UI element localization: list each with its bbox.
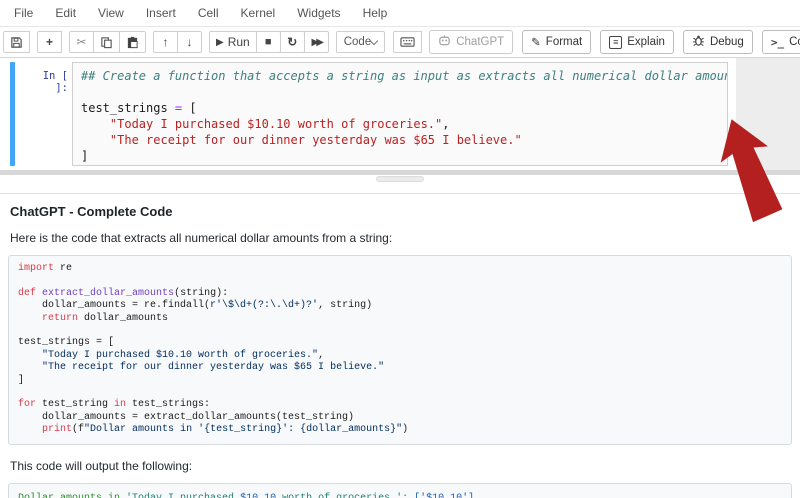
completed-code-block: import re def extract_dollar_amounts(str… xyxy=(8,255,792,445)
code-line: test_strings = [ xyxy=(18,337,115,349)
panel-title: ChatGPT - Complete Code xyxy=(10,204,173,219)
bug-icon xyxy=(692,34,705,50)
code-line: "The receipt for our dinner yesterday wa… xyxy=(109,133,522,147)
cell-selection-bar xyxy=(10,62,15,166)
code-line: ] xyxy=(81,149,89,163)
menu-bar: File Edit View Insert Cell Kernel Widgets Help xyxy=(0,0,800,27)
output-code-block: Dollar amounts in 'Today I purchased $10… xyxy=(8,482,792,498)
code-line: ] xyxy=(18,374,25,386)
menu-item-view[interactable]: View xyxy=(90,6,138,20)
terminal-prompt-icon: >_ xyxy=(770,35,785,49)
explain-button[interactable]: ≡ Explain xyxy=(600,30,674,54)
code-line: return dollar_amounts xyxy=(42,312,169,324)
interrupt-kernel-button[interactable]: ■ xyxy=(255,31,281,53)
menu-item-cell[interactable]: Cell xyxy=(190,6,233,20)
menu-item-file[interactable]: File xyxy=(6,6,47,20)
format-button[interactable]: ✎ Format xyxy=(522,30,592,54)
move-cell-down-button[interactable]: ↓ xyxy=(177,31,202,53)
chatgpt-panel: ChatGPT - Complete Code Here is the code… xyxy=(0,194,800,498)
copy-cell-button[interactable] xyxy=(93,31,120,53)
scissors-icon: ✂ xyxy=(76,35,87,49)
menu-item-widgets[interactable]: Widgets xyxy=(289,6,354,20)
notebook-panel-divider xyxy=(0,170,800,194)
chatgpt-label: ChatGPT xyxy=(456,36,505,48)
notebook-right-gutter xyxy=(736,58,800,170)
code-line: import re xyxy=(18,263,73,274)
run-label: Run xyxy=(227,35,250,49)
menu-item-edit[interactable]: Edit xyxy=(47,6,90,20)
code-line: test_strings = [ xyxy=(81,101,197,115)
code-line: "Today I purchased $10.10 worth of groce… xyxy=(109,117,450,131)
code-line: for test_string in test_strings: xyxy=(18,399,211,411)
run-button[interactable]: ▶ Run xyxy=(209,31,257,53)
panel-outro-text: This code will output the following: xyxy=(10,458,193,473)
move-cell-up-button[interactable]: ↑ xyxy=(153,31,178,53)
code-line: def extract_dollar_amounts(string): xyxy=(18,287,229,299)
code-line: ## Create a function that accepts a stri… xyxy=(81,69,728,83)
save-button[interactable] xyxy=(3,31,30,53)
code-cell-editor[interactable]: ## Create a function that accepts a stri… xyxy=(72,62,728,166)
chatgpt-robot-icon xyxy=(438,34,451,50)
input-prompt: In [ ]: xyxy=(42,70,68,94)
document-lines-icon: ≡ xyxy=(609,35,623,49)
divider-drag-handle[interactable] xyxy=(376,176,424,182)
cell-type-dropdown[interactable]: Code xyxy=(335,31,386,53)
keyboard-icon xyxy=(400,36,415,48)
debug-label: Debug xyxy=(709,36,744,48)
code-line: dollar_amounts = re.findall(r'\$\d+(?:\.… xyxy=(18,300,373,312)
copy-icon xyxy=(100,36,113,49)
restart-run-all-button[interactable]: ▶▶ xyxy=(303,31,329,53)
format-label: Format xyxy=(545,36,583,48)
clipboard-icon xyxy=(126,36,139,49)
cell-type-value: Code xyxy=(343,36,372,48)
notebook-area: In [ ]: ## Create a function that accept… xyxy=(0,58,800,223)
restart-icon: ↻ xyxy=(287,35,298,49)
debug-button[interactable]: Debug xyxy=(682,30,753,54)
code-line: dollar_amounts = extract_dollar_amounts(… xyxy=(18,411,355,423)
code-line: "The receipt for our dinner yesterday wa… xyxy=(42,362,385,374)
paste-icon-button[interactable] xyxy=(119,31,146,53)
code-line: "Today I purchased $10.10 worth of groce… xyxy=(42,349,325,361)
plus-icon: + xyxy=(45,35,53,49)
stop-icon: ■ xyxy=(264,36,272,48)
save-icon xyxy=(10,36,23,49)
arrow-down-icon: ↓ xyxy=(186,35,193,49)
explain-label: Explain xyxy=(627,36,665,48)
chevron-down-icon xyxy=(369,36,379,45)
complete-button[interactable]: >_ Complete xyxy=(761,30,800,54)
restart-kernel-button[interactable]: ↻ xyxy=(279,31,305,53)
chatgpt-button[interactable]: ChatGPT xyxy=(429,30,514,54)
code-line: print(f"Dollar amounts in '{test_string}… xyxy=(42,424,409,436)
arrow-up-icon: ↑ xyxy=(162,35,169,49)
play-icon: ▶ xyxy=(216,36,224,48)
cut-cell-button[interactable]: ✂ xyxy=(69,31,94,53)
panel-intro-text: Here is the code that extracts all numer… xyxy=(10,231,393,245)
toolbar: + ✂ ↑ ↓ ▶ Run ■ ↻ ▶▶ Code ChatGPT ✎ Form… xyxy=(0,27,800,58)
add-cell-button[interactable]: + xyxy=(37,31,62,53)
complete-label: Complete xyxy=(789,36,800,48)
menu-item-insert[interactable]: Insert xyxy=(138,6,190,20)
pen-icon: ✎ xyxy=(531,37,541,49)
command-palette-button[interactable] xyxy=(393,31,423,53)
fast-forward-icon: ▶▶ xyxy=(311,36,325,48)
menu-item-kernel[interactable]: Kernel xyxy=(233,6,290,20)
menu-item-help[interactable]: Help xyxy=(355,6,402,20)
code-line: Dollar amounts in 'Today I purchased $10… xyxy=(18,491,782,498)
